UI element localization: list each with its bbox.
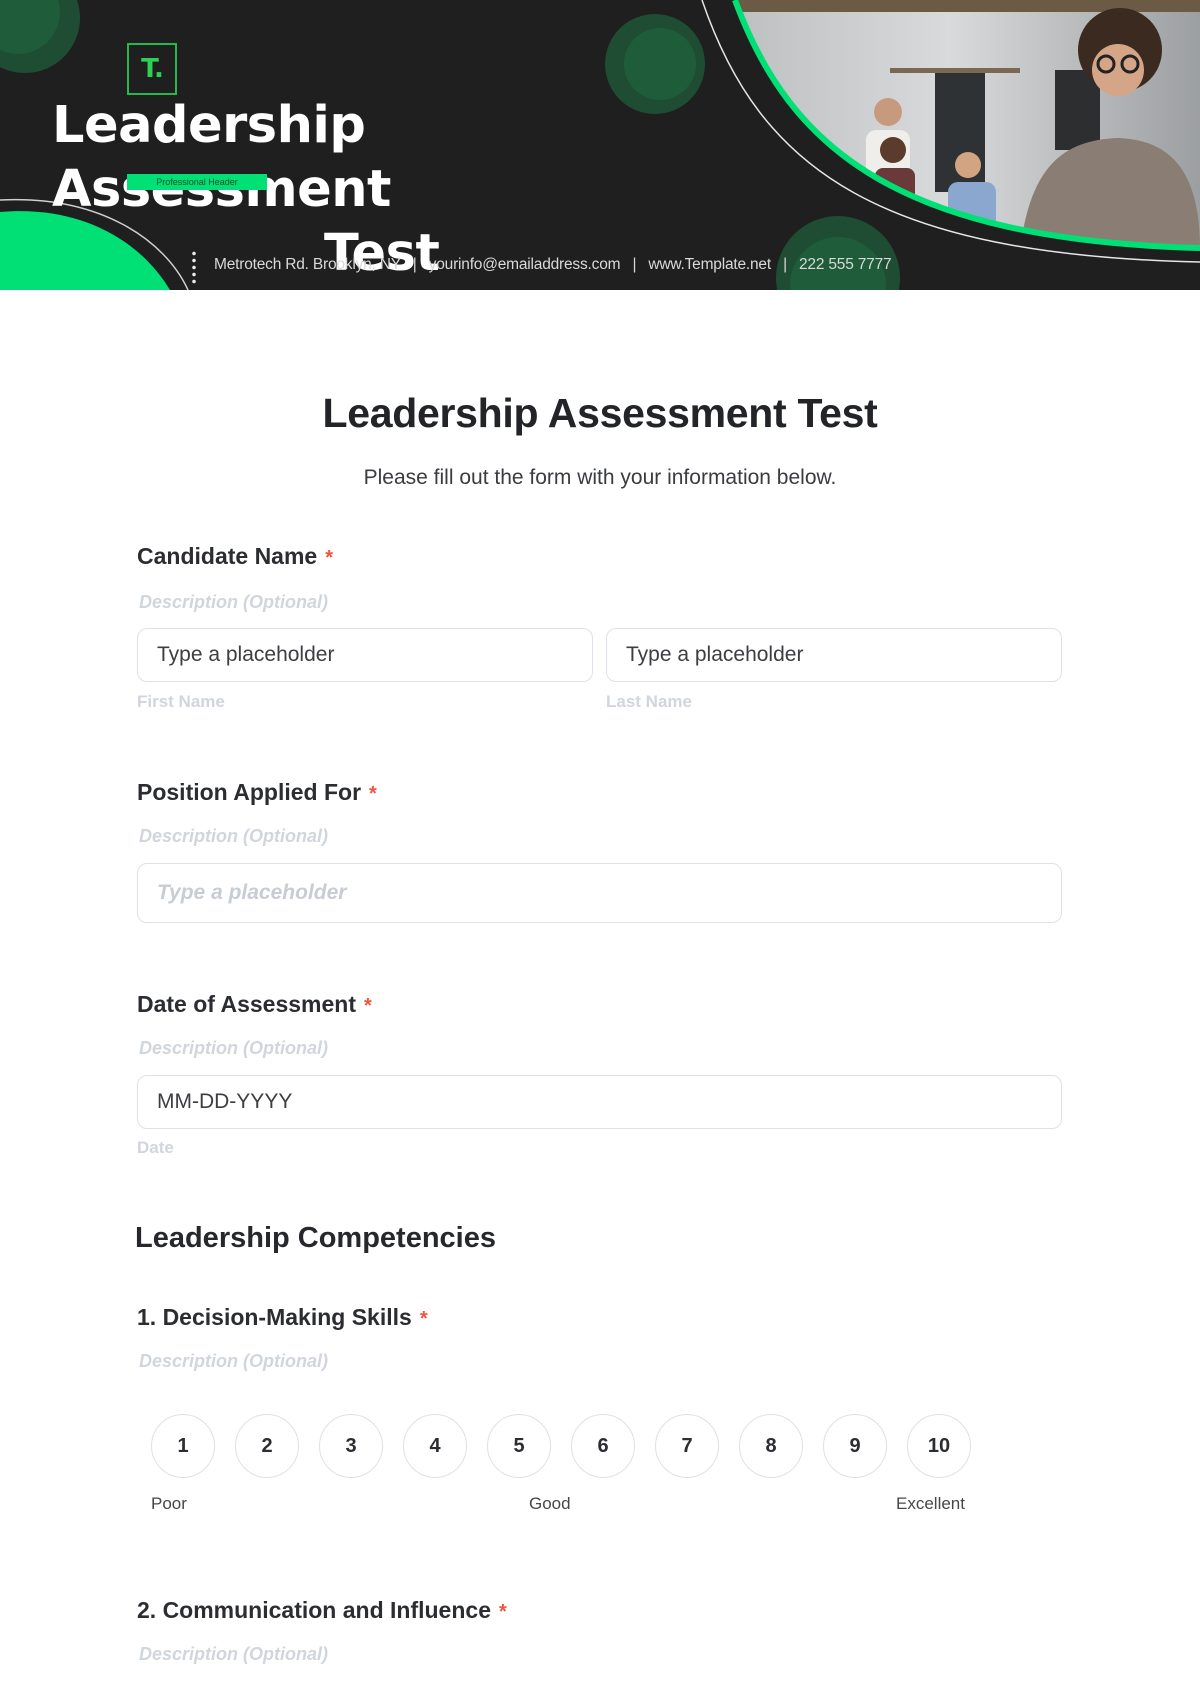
rating-option[interactable]: 7	[655, 1414, 719, 1478]
required-asterisk: *	[325, 547, 334, 569]
rating-option[interactable]: 3	[319, 1414, 383, 1478]
last-name-sublabel: Last Name	[606, 692, 692, 711]
rating-option[interactable]: 1	[151, 1414, 215, 1478]
question-2-label: 2. Communication and Influence *	[137, 1597, 507, 1624]
form-title: Leadership Assessment Test	[322, 390, 878, 436]
contact-email[interactable]: yourinfo@emailaddress.com	[429, 256, 621, 273]
rating-option[interactable]: 6	[571, 1414, 635, 1478]
rating-option[interactable]: 5	[487, 1414, 551, 1478]
date-input[interactable]: MM-DD-YYYY	[137, 1075, 1062, 1129]
required-asterisk: *	[369, 783, 377, 805]
section-title: Leadership Competencies	[135, 1222, 496, 1254]
last-name-input[interactable]: Type a placeholder	[606, 628, 1062, 682]
scale-label-mid: Good	[529, 1494, 571, 1513]
position-input[interactable]: Type a placeholder	[137, 863, 1062, 923]
banner-title-line1: Leadership Assessment	[52, 96, 391, 219]
scale-label-high: Excellent	[896, 1494, 965, 1513]
rating-option[interactable]: 9	[823, 1414, 887, 1478]
first-name-sublabel: First Name	[137, 692, 225, 711]
question-1-description[interactable]: Description (Optional)	[139, 1351, 328, 1372]
decor-circle	[624, 28, 696, 100]
rating-option[interactable]: 8	[739, 1414, 803, 1478]
header-banner: T. Leadership Assessment Test Profession…	[0, 0, 1200, 290]
question-label-text: 1. Decision-Making Skills	[137, 1304, 412, 1330]
question-label-text: 2. Communication and Influence	[137, 1597, 491, 1623]
date-sublabel: Date	[137, 1138, 174, 1157]
banner-title-line2: Test	[324, 224, 440, 283]
tagline-badge: Professional Header	[127, 174, 267, 190]
candidate-name-description[interactable]: Description (Optional)	[139, 592, 328, 613]
contact-info: Metrotech Rd. Brooklyn, NY | yourinfo@em…	[214, 256, 892, 274]
position-description[interactable]: Description (Optional)	[139, 826, 328, 847]
contact-separator: |	[632, 256, 637, 273]
required-asterisk: *	[419, 1308, 428, 1330]
required-asterisk: *	[498, 1601, 507, 1623]
brand-logo: T.	[127, 43, 177, 95]
question-2-description[interactable]: Description (Optional)	[139, 1644, 328, 1665]
candidate-name-label: Candidate Name *	[137, 543, 333, 570]
rating-option[interactable]: 2	[235, 1414, 299, 1478]
field-label-text: Position Applied For	[137, 779, 362, 805]
date-label: Date of Assessment *	[137, 991, 372, 1018]
question-1-label: 1. Decision-Making Skills *	[137, 1304, 428, 1331]
rating-option[interactable]: 4	[403, 1414, 467, 1478]
contact-separator: |	[783, 256, 787, 273]
contact-separator: |	[412, 256, 417, 273]
contact-address: Metrotech Rd. Brooklyn, NY	[214, 256, 401, 273]
scale-label-low: Poor	[151, 1494, 187, 1513]
contact-website[interactable]: www.Template.net	[648, 256, 771, 273]
field-label-text: Date of Assessment	[137, 991, 357, 1017]
contact-phone: 222 555 7777	[799, 256, 892, 273]
form-subtitle: Please fill out the form with your infor…	[363, 466, 837, 489]
rating-scale: 1 2 3 4 5 6 7 8 9 10	[151, 1414, 971, 1478]
rating-option[interactable]: 10	[907, 1414, 971, 1478]
dotted-divider	[192, 250, 196, 286]
first-name-input[interactable]: Type a placeholder	[137, 628, 593, 682]
required-asterisk: *	[364, 995, 372, 1017]
position-label: Position Applied For *	[137, 779, 377, 806]
date-description[interactable]: Description (Optional)	[139, 1038, 328, 1059]
field-label-text: Candidate Name	[137, 543, 318, 569]
logo-text: T.	[141, 54, 164, 84]
